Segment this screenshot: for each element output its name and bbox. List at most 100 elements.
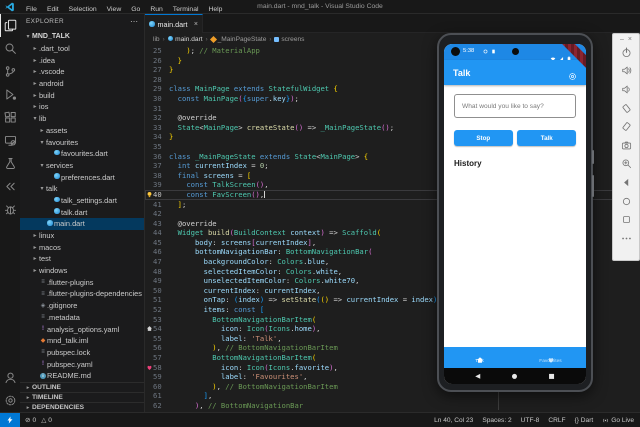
bug-icon[interactable] <box>0 198 20 221</box>
tree-item-favourites.dart[interactable]: favourites.dart <box>20 148 144 160</box>
line-number: 25 <box>153 46 169 56</box>
remote-device-icon[interactable] <box>0 129 20 152</box>
run-debug-icon[interactable] <box>0 83 20 106</box>
explorer-icon[interactable] <box>0 14 20 37</box>
menu-edit[interactable]: Edit <box>42 6 64 13</box>
emu-more-button[interactable] <box>618 229 634 248</box>
android-home-button[interactable]: ● <box>512 373 518 380</box>
status-crlf[interactable]: CRLF <box>548 417 565 424</box>
android-back-button[interactable]: ◀ <box>475 373 480 380</box>
settings-gear-icon[interactable] <box>568 68 577 77</box>
menu-go[interactable]: Go <box>126 6 145 13</box>
tree-item-test[interactable]: ▸test <box>20 253 144 265</box>
tree-item-.flutter-plugins[interactable]: ≡.flutter-plugins <box>20 276 144 288</box>
tree-item-mnd_talk.iml[interactable]: ◆mnd_talk.iml <box>20 335 144 347</box>
stop-button[interactable]: Stop <box>454 130 513 146</box>
status-go-live[interactable]: Go Live <box>602 417 634 424</box>
menu-file[interactable]: File <box>21 6 42 13</box>
settings-icon[interactable] <box>0 389 20 412</box>
tree-item-.idea[interactable]: ▸.idea <box>20 54 144 66</box>
tree-item-windows[interactable]: ▸windows <box>20 265 144 277</box>
bulb-gutter-icon[interactable] <box>145 190 153 200</box>
say-text-input[interactable]: What would you like to say? <box>454 94 576 118</box>
emu-back-button[interactable] <box>618 173 634 192</box>
section-timeline[interactable]: ▸TIMELINE <box>20 392 144 402</box>
tree-item-mnd_talk[interactable]: ▾MND_TALK <box>20 31 144 43</box>
home-gutter-icon <box>145 324 153 334</box>
source-control-icon[interactable] <box>0 60 20 83</box>
menu-run[interactable]: Run <box>145 6 167 13</box>
tree-item-analysis_options.yaml[interactable]: !analysis_options.yaml <box>20 323 144 335</box>
tree-item-android[interactable]: ▸android <box>20 78 144 90</box>
status-spaces-2[interactable]: Spaces: 2 <box>482 417 511 424</box>
tree-item-.metadata[interactable]: ≡.metadata <box>20 312 144 324</box>
heart-gutter-icon <box>145 363 153 373</box>
tree-item-preferences.dart[interactable]: preferences.dart <box>20 171 144 183</box>
tree-item-.flutter-plugins-dependencies[interactable]: ≡.flutter-plugins-dependencies <box>20 288 144 300</box>
emu-rotate-left-button[interactable] <box>618 99 634 118</box>
breadcrumb-item[interactable]: screens <box>281 36 304 43</box>
status-ln-40-col-23[interactable]: Ln 40, Col 23 <box>434 417 473 424</box>
emu-home-button[interactable] <box>618 192 634 211</box>
doc-file-icon: ≡ <box>39 279 47 285</box>
tree-item-favourites[interactable]: ▾favourites <box>20 136 144 148</box>
menu-view[interactable]: View <box>102 6 127 13</box>
testing-icon[interactable] <box>0 152 20 175</box>
emu-volume-up-button[interactable] <box>618 62 634 81</box>
code-line-61[interactable]: 61 ], <box>145 391 640 401</box>
nav-item-talk[interactable]: Talk <box>444 347 515 368</box>
extensions-icon[interactable] <box>0 106 20 129</box>
breadcrumb-item[interactable]: main.dart <box>175 36 203 43</box>
tree-item-talk_settings.dart[interactable]: talk_settings.dart <box>20 195 144 207</box>
tab-close-icon[interactable]: × <box>194 21 198 28</box>
close-icon[interactable]: × <box>628 36 632 43</box>
emulator-buttons <box>618 43 634 248</box>
emu-zoom-button[interactable] <box>618 155 634 174</box>
emu-volume-down-button[interactable] <box>618 80 634 99</box>
status-utf-8[interactable]: UTF-8 <box>521 417 540 424</box>
nav-item-favourites[interactable]: Favourites <box>515 347 586 368</box>
emu-overview-button[interactable] <box>618 210 634 229</box>
menu-selection[interactable]: Selection <box>64 6 102 13</box>
tree-item-ios[interactable]: ▸ios <box>20 101 144 113</box>
menu-help[interactable]: Help <box>203 6 227 13</box>
breadcrumb-item[interactable]: _MainPageState <box>218 36 267 43</box>
emu-power-button[interactable] <box>618 43 634 62</box>
tree-item-talk[interactable]: ▾talk <box>20 183 144 195</box>
tree-item-macos[interactable]: ▸macos <box>20 241 144 253</box>
talk-button[interactable]: Talk <box>517 130 576 146</box>
tree-item-build[interactable]: ▸build <box>20 89 144 101</box>
tree-item-lib[interactable]: ▾lib <box>20 113 144 125</box>
tree-item-assets[interactable]: ▸assets <box>20 125 144 137</box>
tree-item-main.dart[interactable]: main.dart <box>20 218 144 230</box>
search-icon[interactable] <box>0 37 20 60</box>
tree-item-.vscode[interactable]: ▸.vscode <box>20 66 144 78</box>
history-heading: History <box>454 159 576 168</box>
menu-terminal[interactable]: Terminal <box>168 6 204 13</box>
code-text: label: 'Favourites', <box>169 372 308 382</box>
gutter-spacer <box>145 113 153 123</box>
tree-item-pubspec.lock[interactable]: ≡pubspec.lock <box>20 347 144 359</box>
minimize-icon[interactable]: – <box>620 36 624 43</box>
tree-item-talk.dart[interactable]: talk.dart <box>20 206 144 218</box>
tree-item-linux[interactable]: ▸linux <box>20 230 144 242</box>
emu-rotate-right-button[interactable] <box>618 117 634 136</box>
tree-item-.dart_tool[interactable]: ▸.dart_tool <box>20 43 144 55</box>
tree-item-.gitignore[interactable]: ◈.gitignore <box>20 300 144 312</box>
account-icon[interactable] <box>0 366 20 389</box>
code-line-62[interactable]: 62 ), // BottomNavigationBar <box>145 401 640 411</box>
remote-indicator-button[interactable] <box>0 413 20 427</box>
problems-indicator[interactable]: ⊘0△0 <box>25 416 52 424</box>
tree-item-readme.md[interactable]: iREADME.md <box>20 370 144 382</box>
section-dependencies[interactable]: ▸DEPENDENCIES <box>20 402 144 412</box>
tab-main-dart[interactable]: main.dart × <box>145 14 203 33</box>
breadcrumb-item[interactable]: lib <box>153 36 160 43</box>
emu-screenshot-button[interactable] <box>618 136 634 155</box>
tree-item-pubspec.yaml[interactable]: !pubspec.yaml <box>20 358 144 370</box>
more-actions-icon[interactable]: ⋯ <box>130 19 138 25</box>
references-icon[interactable] <box>0 175 20 198</box>
status--dart[interactable]: {} Dart <box>575 417 594 424</box>
android-overview-button[interactable]: ■ <box>549 373 555 380</box>
section-outline[interactable]: ▸OUTLINE <box>20 382 144 392</box>
tree-item-services[interactable]: ▾services <box>20 160 144 172</box>
